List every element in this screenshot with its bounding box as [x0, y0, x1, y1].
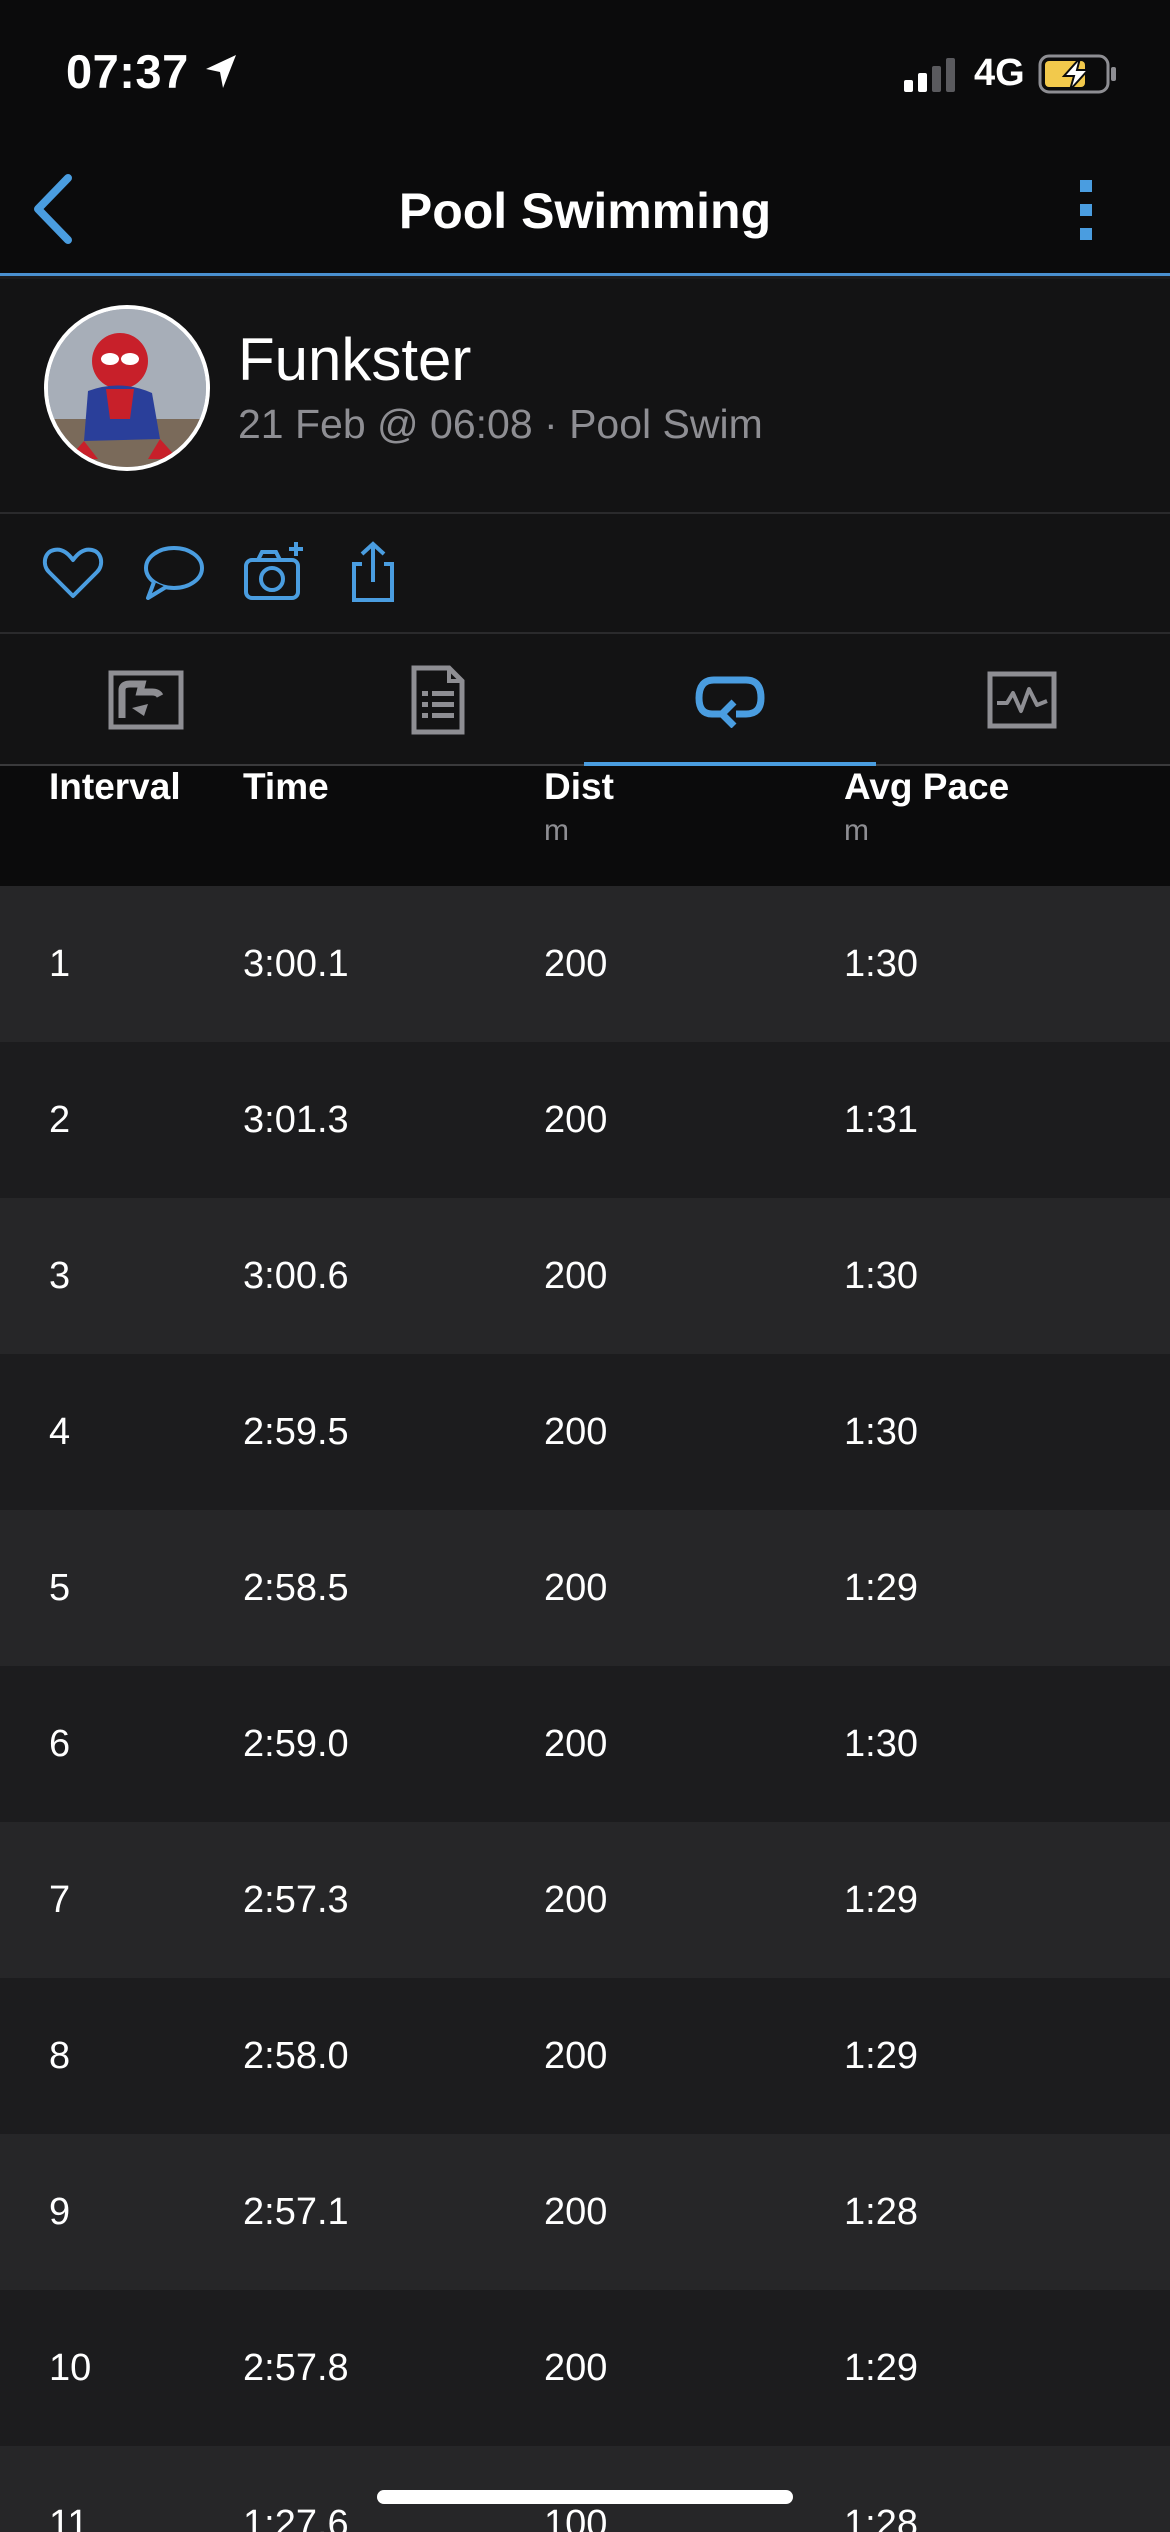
cell-interval: 5: [49, 1567, 71, 1609]
activity-tabs: [0, 634, 1170, 768]
table-row[interactable]: 9 2:57.1 200 1:28: [0, 2134, 1170, 2290]
table-row[interactable]: 7 2:57.3 200 1:29: [0, 1822, 1170, 1978]
battery-charging-icon: [1038, 54, 1116, 94]
cell-interval: 3: [49, 1255, 71, 1297]
tab-charts[interactable]: [876, 634, 1168, 766]
col-interval: Interval: [49, 766, 181, 807]
cell-interval: 9: [49, 2191, 71, 2233]
cell-interval: 2: [49, 1099, 71, 1141]
table-row[interactable]: 3 3:00.6 200 1:30: [0, 1198, 1170, 1354]
cell-dist: 200: [544, 1879, 608, 1921]
cell-dist: 200: [544, 1255, 608, 1297]
cell-time: 3:00.1: [243, 943, 349, 985]
cell-dist: 200: [544, 1567, 608, 1609]
cell-interval: 8: [49, 2035, 71, 2077]
col-time: Time: [243, 766, 329, 807]
cell-interval: 1: [49, 943, 71, 985]
cell-time: 3:00.6: [243, 1255, 349, 1297]
cell-time: 2:57.1: [243, 2191, 349, 2233]
avatar-image: [48, 309, 206, 467]
table-row[interactable]: 10 2:57.8 200 1:29: [0, 2290, 1170, 2446]
chart-icon: [987, 671, 1057, 729]
cell-interval: 11: [49, 2503, 89, 2532]
intervals-table-body: 1 3:00.1 200 1:30 2 3:01.3 200 1:31 3 3:…: [0, 886, 1170, 2532]
cell-avg-pace: 1:29: [844, 2035, 918, 2077]
table-row[interactable]: 5 2:58.5 200 1:29: [0, 1510, 1170, 1666]
cell-time: 1:27.6: [243, 2503, 349, 2532]
heart-icon[interactable]: [40, 540, 106, 606]
location-arrow-icon: [206, 55, 236, 88]
status-time: 07:37: [66, 45, 189, 98]
cell-avg-pace: 1:31: [844, 1099, 918, 1141]
social-actions-bar: [0, 514, 1170, 634]
table-row[interactable]: 1 3:00.1 200 1:30: [0, 886, 1170, 1042]
map-icon: [108, 670, 184, 730]
table-row[interactable]: 8 2:58.0 200 1:29: [0, 1978, 1170, 2134]
col-avg-pace: Avg Pace m: [844, 766, 1010, 847]
cell-dist: 200: [544, 2191, 608, 2233]
network-type: 4G: [974, 52, 1025, 94]
cell-time: 3:01.3: [243, 1099, 349, 1141]
cell-interval: 4: [49, 1411, 71, 1453]
user-name[interactable]: Funkster: [238, 325, 471, 394]
intervals-table-header: Interval Time Dist m Avg Pace m: [0, 766, 1170, 886]
cell-time: 2:59.0: [243, 1723, 349, 1765]
table-row[interactable]: 6 2:59.0 200 1:30: [0, 1666, 1170, 1822]
cellular-signal-icon: [904, 58, 955, 92]
cell-avg-pace: 1:29: [844, 1879, 918, 1921]
tab-laps[interactable]: [584, 634, 876, 768]
cell-time: 2:58.0: [243, 2035, 349, 2077]
cell-avg-pace: 1:30: [844, 1723, 918, 1765]
home-indicator[interactable]: [377, 2490, 793, 2504]
cell-time: 2:57.8: [243, 2347, 349, 2389]
more-options-icon[interactable]: [1066, 170, 1106, 250]
table-row[interactable]: 11 1:27.6 100 1:28: [0, 2446, 1170, 2532]
cell-time: 2:59.5: [243, 1411, 349, 1453]
comment-icon[interactable]: [140, 540, 206, 606]
table-row[interactable]: 4 2:59.5 200 1:30: [0, 1354, 1170, 1510]
activity-date-type: 21 Feb @ 06:08 · Pool Swim: [238, 401, 763, 447]
cell-avg-pace: 1:30: [844, 1255, 918, 1297]
cell-dist: 200: [544, 1723, 608, 1765]
cell-time: 2:58.5: [243, 1567, 349, 1609]
cell-interval: 7: [49, 1879, 71, 1921]
cell-interval: 10: [49, 2347, 92, 2389]
cell-dist: 200: [544, 1411, 608, 1453]
status-bar: 07:37 4G: [0, 0, 1170, 140]
cell-dist: 200: [544, 2347, 608, 2389]
cell-avg-pace: 1:28: [844, 2191, 918, 2233]
cell-avg-pace: 1:29: [844, 1567, 918, 1609]
cell-time: 2:57.3: [243, 1879, 349, 1921]
avatar[interactable]: [44, 305, 210, 471]
cell-dist: 100: [544, 2503, 608, 2532]
add-photo-icon[interactable]: [242, 540, 308, 606]
tab-map[interactable]: [0, 634, 292, 766]
cell-interval: 6: [49, 1723, 71, 1765]
cell-avg-pace: 1:30: [844, 943, 918, 985]
cell-dist: 200: [544, 943, 608, 985]
laps-icon: [695, 676, 765, 728]
cell-avg-pace: 1:30: [844, 1411, 918, 1453]
tab-details[interactable]: [292, 634, 584, 766]
col-dist: Dist m: [544, 766, 614, 847]
details-icon: [411, 665, 465, 735]
share-icon[interactable]: [340, 540, 406, 606]
page-title: Pool Swimming: [398, 183, 772, 239]
cell-dist: 200: [544, 1099, 608, 1141]
navigation-bar: Pool Swimming: [0, 140, 1170, 276]
cell-dist: 200: [544, 2035, 608, 2077]
cell-avg-pace: 1:29: [844, 2347, 918, 2389]
cell-avg-pace: 1:28: [844, 2503, 918, 2532]
table-row[interactable]: 2 3:01.3 200 1:31: [0, 1042, 1170, 1198]
activity-header: Funkster 21 Feb @ 06:08 · Pool Swim: [0, 279, 1170, 514]
